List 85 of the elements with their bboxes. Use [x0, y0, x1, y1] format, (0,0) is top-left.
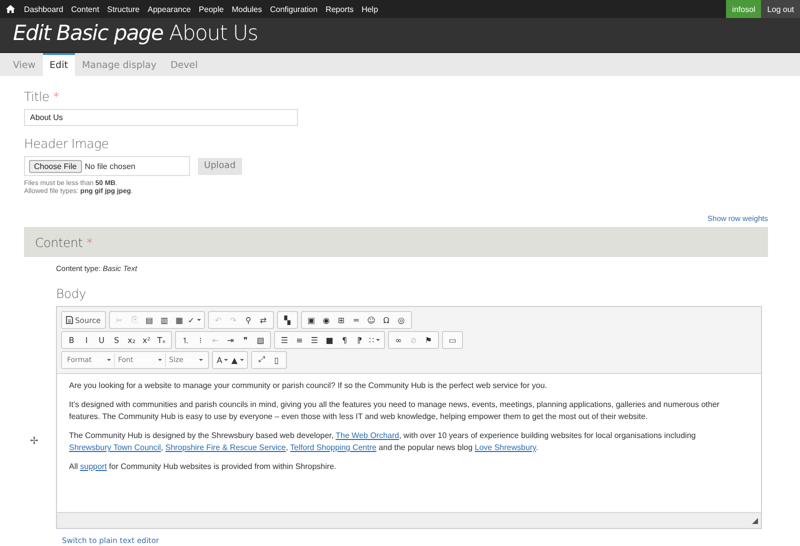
- paragraph: It’s designed with communities and parish councils in mind, giving you all the features you need to manage news, events, meetings, planning applications, galleries and numerous other features. The Community Hub is easy to use by everyone – even those with less IT and web knowledge, helping empower them to get the most out of their website.: [69, 398, 720, 423]
- admin-menu-item[interactable]: Modules: [228, 0, 266, 18]
- toolbar-dropdown-button[interactable]: ▲: [230, 353, 245, 367]
- caret-icon: [224, 359, 228, 361]
- user-link[interactable]: infosol: [726, 0, 762, 18]
- toolbar-button[interactable]: I: [79, 333, 94, 347]
- resize-handle-icon[interactable]: [752, 518, 758, 524]
- text-link[interactable]: The Web Orchard: [336, 430, 400, 440]
- toolbar-button[interactable]: ═: [348, 313, 364, 327]
- required-marker: *: [86, 234, 93, 250]
- toolbar-button[interactable]: ⁋: [352, 333, 367, 347]
- text-link[interactable]: Shropshire Fire & Rescue Service: [165, 443, 286, 452]
- home-icon: [6, 5, 15, 13]
- required-marker: *: [53, 89, 60, 104]
- toolbar-button[interactable]: ■: [322, 333, 337, 347]
- toolbar-button[interactable]: ▤: [142, 313, 157, 327]
- admin-menu-item[interactable]: Content: [67, 0, 104, 18]
- document-icon: [66, 316, 73, 324]
- text-link[interactable]: Telford Shopping Centre: [290, 443, 376, 452]
- drag-handle[interactable]: ✢: [30, 436, 40, 447]
- toolbar-button[interactable]: ☺: [364, 313, 379, 327]
- choose-file-button[interactable]: Choose File: [29, 160, 82, 172]
- toolbar-button[interactable]: x₂: [124, 333, 139, 347]
- admin-menu-item[interactable]: Configuration: [266, 0, 322, 18]
- admin-menu-item[interactable]: Appearance: [144, 0, 195, 18]
- caret-icon: [199, 359, 203, 361]
- field-label: Body: [56, 286, 86, 301]
- toolbar-button[interactable]: ◉: [318, 313, 334, 327]
- paragraph: All support for Community Hub websites is provided from within Shropshire.: [69, 460, 338, 473]
- admin-menu-item[interactable]: Help: [358, 0, 382, 18]
- text-link[interactable]: Shrewsbury Town Council: [69, 443, 161, 452]
- toolbar-button[interactable]: S: [109, 333, 124, 347]
- admin-menu-item[interactable]: Dashboard: [20, 0, 68, 18]
- paragraph: The Community Hub is designed by the Shrewsbury based web developer, The Web Orchard, with over 10 years of experience building websites for local organisations including Shrewsbury Town Council, Shropshire Fire & Rescue Service, Telford Shopping Centre and the popular news blog Love Shrewsbury.: [69, 430, 697, 454]
- text-link[interactable]: Love Shrewsbury: [474, 443, 536, 452]
- toolbar-button[interactable]: ⒈: [178, 333, 193, 347]
- toolbar-button[interactable]: ❞: [238, 333, 253, 347]
- field-label: Header Image: [24, 136, 109, 151]
- toolbar-button[interactable]: ▧: [253, 333, 268, 347]
- caret-icon: [240, 359, 244, 361]
- field-label: Content: [35, 234, 83, 250]
- toolbar-dropdown-button[interactable]: ✓: [186, 313, 202, 327]
- toolbar-button[interactable]: ▯: [269, 353, 284, 367]
- toolbar-button[interactable]: ⊞: [334, 313, 349, 327]
- toolbar-button[interactable]: ▦: [172, 313, 187, 327]
- toolbar-button[interactable]: ☰: [307, 333, 322, 347]
- toolbar-button[interactable]: ⤢: [254, 353, 269, 367]
- toolbar-button[interactable]: ⁝: [193, 333, 208, 347]
- paragraph: Are you looking for a website to manage your community or parish council? If so the Community Hub is the perfect web service for you.: [69, 380, 548, 392]
- toolbar-dropdown-button[interactable]: ∷: [367, 333, 382, 347]
- toolbar-button[interactable]: Tₓ: [154, 333, 169, 347]
- file-field[interactable]: Choose File No file chosen: [24, 156, 190, 176]
- toolbar-button[interactable]: x²: [139, 333, 154, 347]
- toolbar-button[interactable]: ▭: [445, 333, 460, 347]
- title-input[interactable]: About Us: [24, 109, 298, 126]
- toolbar-button[interactable]: ▥: [156, 313, 172, 327]
- admin-menu-item[interactable]: Reports: [322, 0, 358, 18]
- toolbar-button[interactable]: Ω: [378, 313, 394, 327]
- caret-icon: [376, 339, 380, 341]
- upload-button[interactable]: Upload: [198, 158, 242, 174]
- toolbar-button[interactable]: ⇥: [223, 333, 238, 347]
- field-label: Title: [24, 89, 50, 104]
- caret-icon: [158, 359, 162, 361]
- text-link[interactable]: support: [80, 462, 107, 470]
- toolbar-button[interactable]: ☰: [277, 333, 292, 347]
- toolbar-button[interactable]: ▚: [280, 313, 295, 327]
- admin-menu-item[interactable]: People: [194, 0, 228, 18]
- toolbar-button[interactable]: ▣: [304, 313, 319, 327]
- admin-menu-item[interactable]: Structure: [103, 0, 144, 18]
- caret-icon: [196, 319, 201, 321]
- file-status: No file chosen: [84, 162, 136, 170]
- toolbar-button[interactable]: ¶: [337, 333, 352, 347]
- toolbar-dropdown-button[interactable]: A: [215, 353, 230, 367]
- toolbar-button[interactable]: ⇄: [256, 313, 271, 327]
- toolbar-button[interactable]: B: [64, 333, 79, 347]
- toolbar-button[interactable]: ⚲: [240, 313, 256, 327]
- caret-icon: [107, 359, 111, 361]
- toolbar-button[interactable]: ≡: [292, 333, 307, 347]
- toolbar-button[interactable]: ◎: [394, 313, 409, 327]
- logout-link[interactable]: Log out: [761, 0, 800, 18]
- toolbar-button[interactable]: ⚑: [421, 333, 436, 347]
- tab[interactable]: Edit: [42, 53, 75, 76]
- page-title: Edit Basic page About Us: [13, 21, 258, 45]
- toolbar-button[interactable]: ∞: [391, 333, 406, 347]
- toolbar-button[interactable]: U: [94, 333, 109, 347]
